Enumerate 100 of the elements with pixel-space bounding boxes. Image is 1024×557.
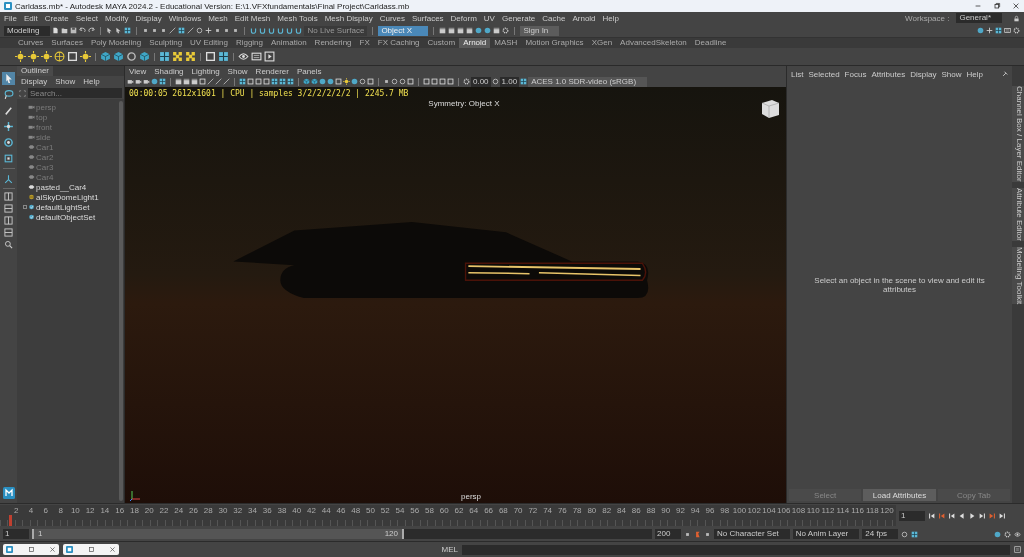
globe-icon[interactable]: [54, 51, 65, 62]
skip-forward-icon[interactable]: [998, 511, 1006, 520]
play-icon[interactable]: [968, 511, 976, 520]
menu-item[interactable]: Display: [910, 70, 937, 79]
shelf-tab[interactable]: Rendering: [310, 38, 356, 48]
menu-item[interactable]: Help: [83, 77, 100, 86]
close-icon[interactable]: [49, 546, 56, 553]
redo-icon[interactable]: [88, 27, 96, 34]
menu-item[interactable]: Curves: [379, 13, 405, 23]
shelf-tab[interactable]: XGen: [587, 38, 617, 48]
range-slider[interactable]: 1 120: [32, 529, 652, 539]
eye-icon[interactable]: [238, 51, 249, 62]
search-icon[interactable]: [4, 240, 13, 249]
layout-icon[interactable]: [4, 204, 13, 213]
shelf-tab[interactable]: Custom: [423, 38, 460, 48]
tool-button[interactable]: [2, 172, 15, 185]
tool-button[interactable]: [2, 72, 15, 85]
sun-icon[interactable]: [80, 51, 91, 62]
anim-layer-dropdown[interactable]: No Anim Layer: [792, 529, 860, 539]
tool-button[interactable]: [2, 136, 15, 149]
menu-item[interactable]: Create: [44, 13, 69, 23]
shelf-tab[interactable]: Rigging: [231, 38, 268, 48]
menu-item[interactable]: Focus: [844, 70, 867, 79]
menu-item[interactable]: Cache: [542, 13, 566, 23]
line-icon[interactable]: [207, 78, 214, 85]
line-icon[interactable]: [169, 27, 177, 34]
grid-icon[interactable]: [287, 78, 294, 85]
settings-icon[interactable]: [502, 27, 510, 34]
sun-icon[interactable]: [343, 78, 350, 85]
tool-button[interactable]: [2, 120, 15, 133]
sphere-icon[interactable]: [351, 78, 358, 85]
menu-item[interactable]: Help: [966, 70, 983, 79]
grid-icon[interactable]: [520, 78, 528, 85]
ring-icon[interactable]: [196, 27, 204, 34]
side-tab[interactable]: Modeling Toolkit: [1012, 246, 1024, 304]
checker-icon[interactable]: [185, 51, 196, 62]
menu-item[interactable]: Edit: [23, 13, 38, 23]
menu-item[interactable]: Modify: [104, 13, 129, 23]
grid-icon[interactable]: [279, 78, 286, 85]
plus-icon[interactable]: [205, 27, 213, 34]
minimized-window[interactable]: [63, 544, 119, 555]
ring-icon[interactable]: [491, 78, 499, 85]
workspace-dropdown[interactable]: General*: [956, 13, 1002, 23]
shelf-tab[interactable]: Arnold: [459, 38, 491, 48]
plus-icon[interactable]: [986, 27, 993, 34]
expand-toggle[interactable]: [23, 205, 27, 209]
attribute-button[interactable]: Load Attributes: [863, 489, 936, 501]
grid-icon[interactable]: [995, 27, 1002, 34]
menu-item[interactable]: Display: [21, 77, 48, 86]
gamma-field[interactable]: 1.00: [499, 76, 520, 87]
shelf-tab[interactable]: Curves: [14, 38, 48, 48]
close-icon[interactable]: [109, 546, 116, 553]
shelf-tab[interactable]: Surfaces: [47, 38, 87, 48]
sun-icon[interactable]: [15, 51, 26, 62]
cube-icon[interactable]: [113, 51, 124, 62]
menu-item[interactable]: Surfaces: [412, 13, 444, 23]
shelf-tab[interactable]: Sculpting: [145, 38, 187, 48]
skip-back-icon[interactable]: [948, 511, 956, 520]
shelf-tab[interactable]: MASH: [490, 38, 522, 48]
cube-icon[interactable]: [100, 51, 111, 62]
panel-icon[interactable]: [1004, 27, 1011, 34]
restore-icon[interactable]: [993, 2, 1001, 10]
sun-icon[interactable]: [41, 51, 52, 62]
shelf-tab[interactable]: FX Caching: [373, 38, 424, 48]
menu-item[interactable]: Selected: [808, 70, 840, 79]
time-slider[interactable]: 2 4 6 8 10 12 14 16 18 20 22 24 26 28 30 32 34 36 38 40 42 44 46 48 50 52 54 56 58 60 62 64 66 68 70 72 74 76 78 80 82 84 86 88 90 92 94 96 98 100 102 104 106 108 110 112 114 116 118 120: [0, 505, 896, 526]
menu-item[interactable]: Select: [75, 13, 98, 23]
settings-icon[interactable]: [1013, 27, 1020, 34]
menu-item[interactable]: Arnold: [572, 13, 596, 23]
menu-item[interactable]: Show: [55, 77, 76, 86]
grid-icon[interactable]: [271, 78, 278, 85]
menu-item[interactable]: Lighting: [191, 66, 220, 76]
color-space-dropdown[interactable]: ACES 1.0 SDR-video (sRGB): [528, 76, 648, 87]
menu-item[interactable]: Attributes: [871, 70, 906, 79]
outliner-item[interactable]: pasted__Car4: [36, 182, 87, 192]
skip-forward-icon[interactable]: [978, 511, 986, 520]
menu-item[interactable]: Windows: [168, 13, 202, 23]
tool-button[interactable]: [2, 88, 15, 101]
menu-item[interactable]: View: [129, 66, 147, 76]
menu-item[interactable]: List: [791, 70, 804, 79]
ring-icon[interactable]: [901, 530, 909, 538]
shelf-tab[interactable]: Deadline: [690, 38, 731, 48]
settings-icon[interactable]: [463, 78, 470, 85]
fps-dropdown[interactable]: 24 fps: [862, 529, 899, 539]
outliner-item[interactable]: defaultObjectSet: [36, 212, 96, 222]
key-icon[interactable]: [694, 530, 701, 538]
square-icon[interactable]: [205, 51, 216, 62]
layout-icon[interactable]: [4, 216, 13, 225]
grid-icon[interactable]: [178, 27, 186, 34]
sphere-icon[interactable]: [151, 78, 158, 85]
exposure-field[interactable]: 0.00: [471, 76, 491, 87]
ring-icon[interactable]: [126, 51, 137, 62]
skip-back-icon[interactable]: [928, 511, 936, 520]
menu-item[interactable]: File: [4, 13, 17, 23]
menu-item[interactable]: Mesh: [208, 13, 228, 23]
cube-icon[interactable]: [303, 78, 310, 85]
grid-icon[interactable]: [159, 51, 170, 62]
sphere-icon[interactable]: [977, 27, 984, 34]
undo-icon[interactable]: [79, 27, 87, 34]
sphere-icon[interactable]: [994, 530, 1001, 538]
